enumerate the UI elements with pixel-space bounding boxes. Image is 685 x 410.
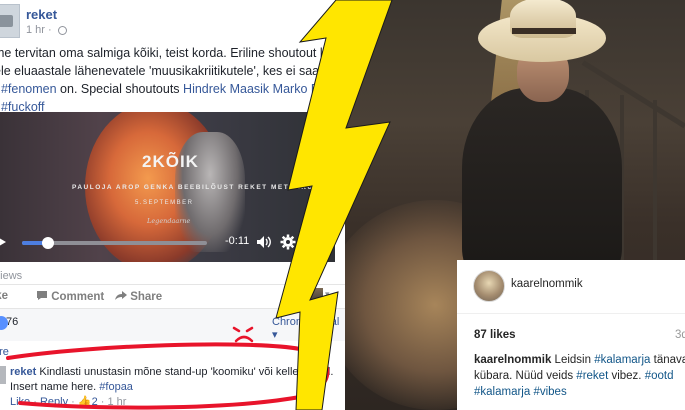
- lightning-bolt-icon: [275, 0, 393, 410]
